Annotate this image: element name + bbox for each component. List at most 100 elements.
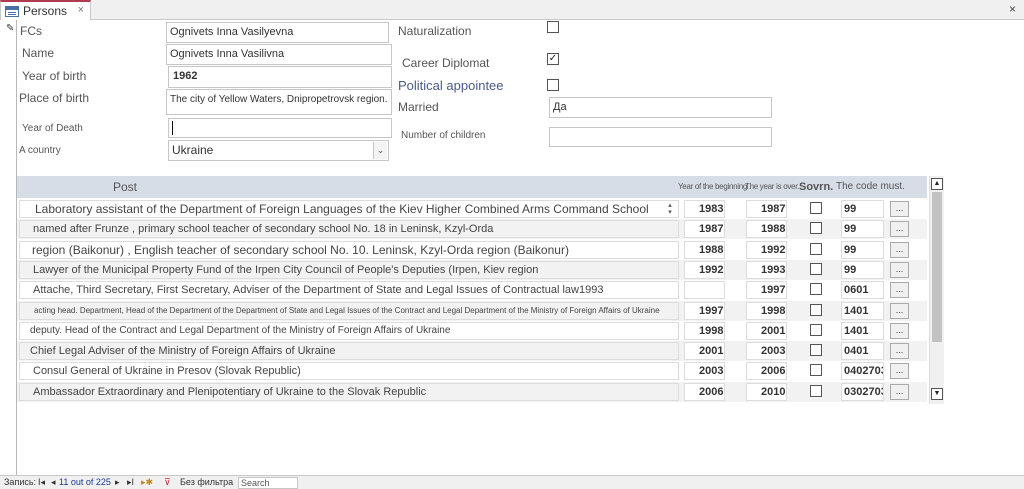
year-begin-cell[interactable]: 1997 bbox=[684, 301, 725, 320]
political-appointee-checkbox[interactable] bbox=[547, 79, 559, 91]
year-over-cell[interactable]: 1988 bbox=[746, 220, 787, 239]
year-begin-cell[interactable]: 1992 bbox=[684, 260, 725, 279]
vertical-scrollbar[interactable]: ▲ ▼ bbox=[929, 176, 944, 404]
sovrn-checkbox[interactable] bbox=[810, 222, 822, 235]
sovrn-checkbox[interactable] bbox=[810, 303, 822, 316]
code-cell[interactable]: 99 bbox=[841, 240, 884, 259]
year-over-cell[interactable]: 1997 bbox=[746, 281, 787, 300]
sovrn-checkbox[interactable] bbox=[810, 262, 822, 275]
year-begin-header: Year of the beginning . bbox=[678, 182, 751, 191]
browse-button[interactable]: ... bbox=[890, 383, 909, 400]
year-begin-cell[interactable]: 2006 bbox=[684, 382, 725, 401]
code-cell[interactable]: 0402703 bbox=[841, 362, 884, 381]
scroll-up-icon[interactable]: ▲ bbox=[931, 178, 943, 190]
year-over-cell[interactable]: 2006 bbox=[746, 362, 787, 381]
post-cell[interactable]: Attache, Third Secretary, First Secretar… bbox=[19, 281, 679, 300]
year-over-cell[interactable]: 2001 bbox=[746, 321, 787, 340]
year-of-birth-label: Year of birth bbox=[22, 69, 87, 83]
post-cell[interactable]: Ambassador Extraordinary and Plenipotent… bbox=[19, 382, 679, 401]
last-record-button[interactable]: ▸I bbox=[127, 477, 134, 488]
fcs-field[interactable]: Ognivets Inna Vasilyevna bbox=[166, 22, 389, 43]
sovrn-checkbox[interactable] bbox=[810, 283, 822, 296]
browse-button[interactable]: ... bbox=[890, 221, 909, 238]
sovrn-checkbox[interactable] bbox=[810, 202, 822, 214]
post-cell[interactable]: Consul General of Ukraine in Presov (Slo… bbox=[19, 362, 679, 381]
name-field[interactable]: Ognivets Inna Vasilivna bbox=[166, 44, 392, 65]
table-row: named after Frunze , primary school teac… bbox=[17, 219, 927, 240]
code-cell[interactable]: 0302703 bbox=[841, 382, 884, 401]
filter-status[interactable]: Без фильтра bbox=[180, 477, 233, 487]
post-header: Post bbox=[113, 180, 138, 194]
year-over-cell[interactable]: 1987 bbox=[746, 200, 787, 218]
year-begin-cell[interactable]: 1987 bbox=[684, 220, 725, 239]
record-navigation-bar: Запись: I◂ ◂ 11 out of 225 ▸ ▸I ▸✱ ⊽ Без… bbox=[0, 475, 1024, 489]
code-cell[interactable]: 0401 bbox=[841, 342, 884, 361]
fcs-label: FCs bbox=[20, 24, 42, 38]
browse-button[interactable]: ... bbox=[890, 282, 909, 299]
chevron-down-icon[interactable]: ⌄ bbox=[373, 142, 387, 159]
year-over-cell[interactable]: 2003 bbox=[746, 342, 787, 361]
post-cell[interactable]: region (Baikonur) , English teacher of s… bbox=[19, 240, 679, 259]
year-begin-cell[interactable]: 1988 bbox=[684, 240, 725, 259]
place-of-birth-field[interactable]: The city of Yellow Waters, Dnipropetrovs… bbox=[166, 89, 392, 115]
close-icon[interactable]: × bbox=[1009, 2, 1016, 16]
year-over-cell[interactable]: 2010 bbox=[746, 382, 787, 401]
code-cell[interactable]: 0601 bbox=[841, 281, 884, 300]
career-diplomat-checkbox[interactable]: ✓ bbox=[547, 53, 559, 65]
sovrn-checkbox[interactable] bbox=[810, 242, 822, 255]
browse-button[interactable]: ... bbox=[890, 201, 909, 217]
year-begin-cell[interactable]: 2003 bbox=[684, 362, 725, 381]
tab-label: Persons bbox=[23, 4, 68, 18]
first-record-button[interactable]: I◂ bbox=[38, 477, 45, 488]
year-begin-cell[interactable]: 1998 bbox=[684, 321, 725, 340]
previous-record-button[interactable]: ◂ bbox=[51, 477, 56, 488]
year-of-death-field[interactable] bbox=[168, 118, 392, 138]
year-of-death-label: Year of Death bbox=[22, 123, 83, 134]
scroll-down-icon[interactable]: ▼ bbox=[931, 388, 943, 400]
sovrn-checkbox[interactable] bbox=[810, 384, 822, 397]
browse-button[interactable]: ... bbox=[890, 322, 909, 339]
year-over-cell[interactable]: 1993 bbox=[746, 260, 787, 279]
year-over-cell[interactable]: 1998 bbox=[746, 301, 787, 320]
code-cell[interactable]: 99 bbox=[841, 200, 884, 218]
code-cell[interactable]: 99 bbox=[841, 260, 884, 279]
scroll-thumb[interactable] bbox=[932, 192, 942, 342]
married-field[interactable]: Да bbox=[549, 97, 772, 118]
spinner-icon[interactable]: ▴ ▾ bbox=[664, 202, 676, 217]
sovrn-checkbox[interactable] bbox=[810, 323, 822, 336]
post-cell[interactable]: deputy. Head of the Contract and Legal D… bbox=[19, 321, 679, 340]
tab-close-icon[interactable]: × bbox=[78, 4, 84, 16]
browse-button[interactable]: ... bbox=[890, 241, 909, 258]
post-cell[interactable]: named after Frunze , primary school teac… bbox=[19, 220, 679, 239]
browse-button[interactable]: ... bbox=[890, 343, 909, 360]
year-over-cell[interactable]: 1992 bbox=[746, 240, 787, 259]
record-position[interactable]: 11 out of 225 bbox=[59, 477, 111, 487]
sovrn-checkbox[interactable] bbox=[810, 344, 822, 357]
form-icon bbox=[5, 5, 19, 17]
year-of-birth-field[interactable]: 1962 bbox=[168, 66, 392, 88]
code-cell[interactable]: 1401 bbox=[841, 301, 884, 320]
tab-persons[interactable]: Persons × bbox=[0, 0, 91, 20]
country-label: A country bbox=[19, 145, 61, 156]
record-selector[interactable]: ✎ bbox=[4, 20, 17, 475]
new-record-button[interactable]: ▸✱ bbox=[141, 477, 153, 488]
browse-button[interactable]: ... bbox=[890, 302, 909, 319]
post-cell[interactable]: Laboratory assistant of the Department o… bbox=[19, 200, 679, 218]
browse-button[interactable]: ... bbox=[890, 261, 909, 278]
browse-button[interactable]: ... bbox=[890, 363, 909, 380]
pencil-icon: ✎ bbox=[6, 23, 15, 34]
year-begin-cell[interactable]: 1983 bbox=[684, 200, 725, 218]
children-field[interactable] bbox=[549, 127, 772, 147]
year-begin-cell[interactable]: 2001 bbox=[684, 342, 725, 361]
post-cell[interactable]: acting head. Department, Head of the Dep… bbox=[19, 301, 679, 320]
naturalization-checkbox[interactable] bbox=[547, 21, 559, 33]
code-cell[interactable]: 99 bbox=[841, 220, 884, 239]
country-combo[interactable]: Ukraine ⌄ bbox=[168, 140, 389, 161]
post-cell[interactable]: Lawyer of the Municipal Property Fund of… bbox=[19, 260, 679, 279]
next-record-button[interactable]: ▸ bbox=[115, 477, 120, 488]
search-input[interactable]: Search bbox=[238, 477, 298, 489]
year-begin-cell[interactable] bbox=[684, 281, 725, 300]
sovrn-checkbox[interactable] bbox=[810, 364, 822, 377]
post-cell[interactable]: Chief Legal Adviser of the Ministry of F… bbox=[19, 342, 679, 361]
code-cell[interactable]: 1401 bbox=[841, 321, 884, 340]
